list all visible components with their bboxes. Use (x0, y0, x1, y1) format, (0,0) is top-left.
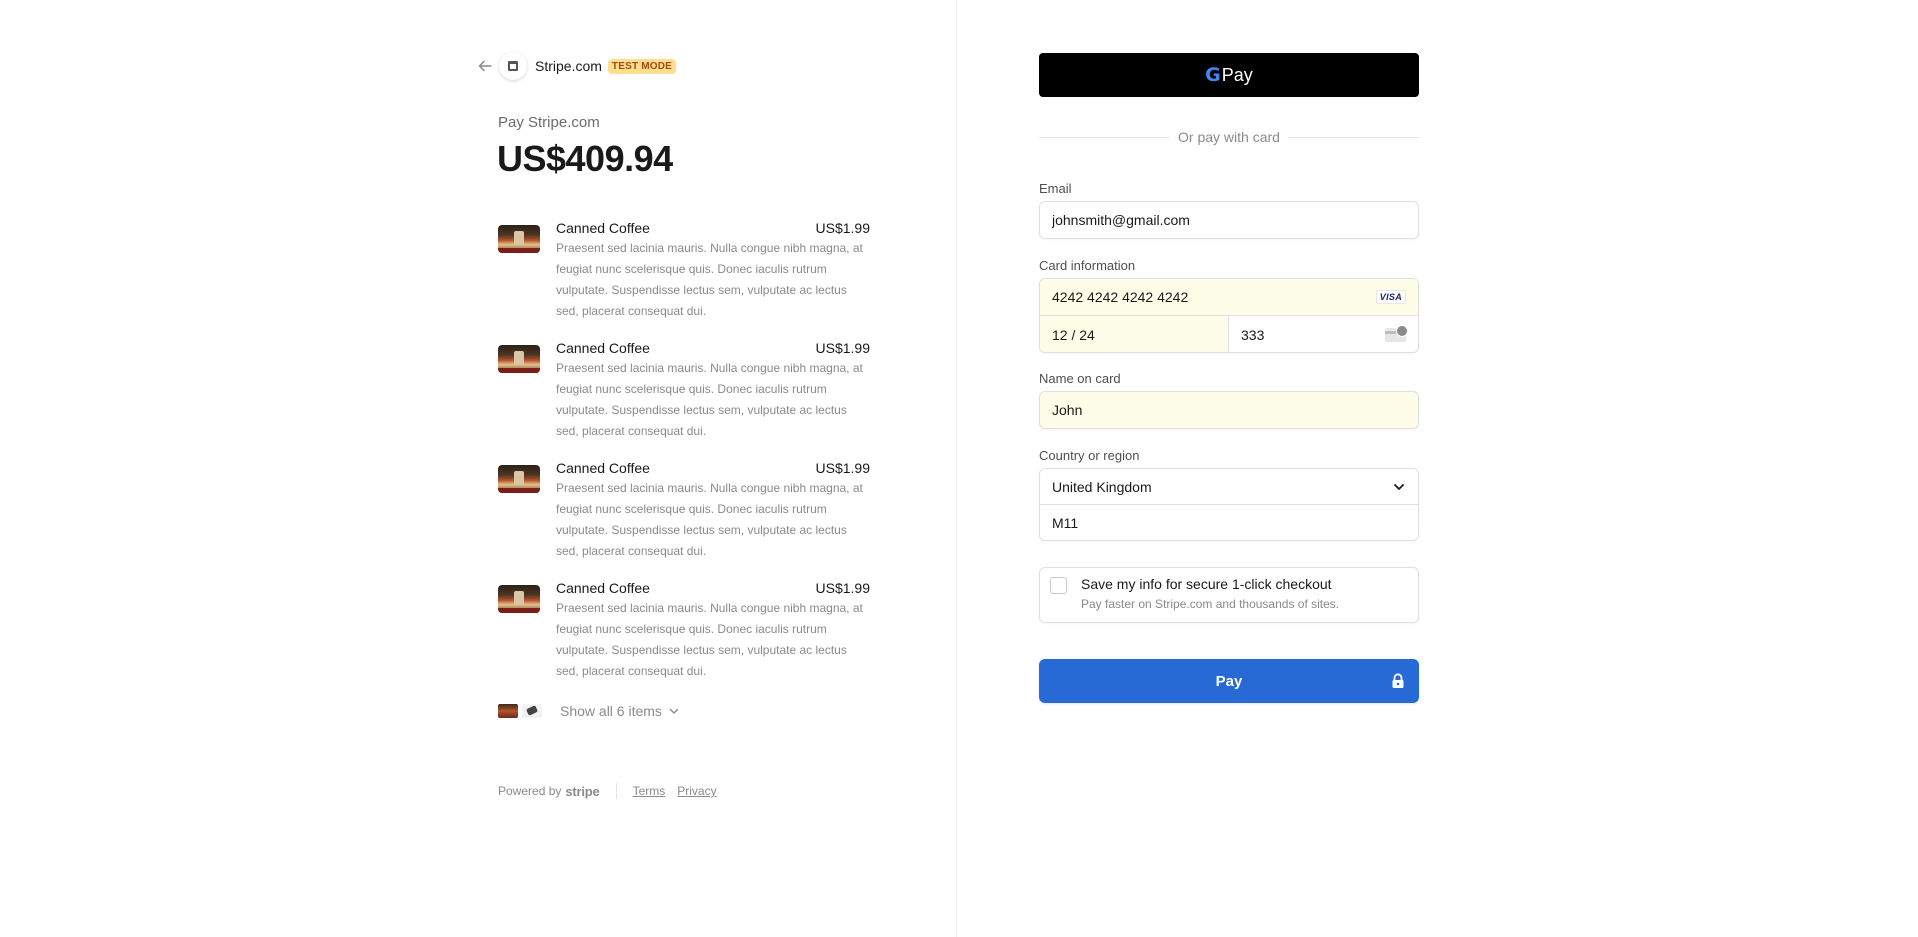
save-info-box[interactable]: Save my info for secure 1-click checkout… (1039, 567, 1419, 623)
visa-icon: VISA (1375, 290, 1406, 304)
product-image (498, 585, 540, 613)
card-info-field: VISA (1039, 278, 1419, 353)
arrow-left-icon[interactable] (478, 59, 492, 73)
card-cvc-input[interactable] (1241, 326, 1386, 343)
terms-link[interactable]: Terms (633, 784, 666, 798)
line-item: Canned Coffee US$1.99 Praesent sed lacin… (498, 220, 870, 340)
item-description: Praesent sed lacinia mauris. Nulla congu… (556, 601, 863, 678)
item-price: US$1.99 (815, 460, 870, 476)
line-item: Canned Coffee US$1.99 Praesent sed lacin… (498, 340, 870, 460)
country-field: United Kingdom (1039, 468, 1419, 541)
chevron-down-icon (669, 708, 679, 714)
cvc-card-icon (1385, 324, 1408, 342)
chevron-down-icon[interactable] (1393, 480, 1406, 494)
privacy-link[interactable]: Privacy (677, 784, 716, 798)
country-value[interactable]: United Kingdom (1052, 479, 1393, 495)
stripe-logo[interactable]: stripe (565, 784, 599, 799)
pay-label: Pay Stripe.com (498, 114, 600, 131)
line-item: Canned Coffee US$1.99 Praesent sed lacin… (498, 460, 870, 580)
google-pay-label[interactable]: Pay (1222, 65, 1253, 86)
total-amount: US$409.94 (497, 138, 673, 179)
name-on-card-input[interactable] (1052, 402, 1406, 418)
name-on-card-field[interactable] (1039, 391, 1419, 429)
item-description: Praesent sed lacinia mauris. Nulla congu… (556, 241, 863, 318)
powered-by-label: Powered by (498, 784, 562, 798)
postal-code-input[interactable] (1052, 515, 1406, 531)
name-on-card-label: Name on card (1039, 371, 1121, 386)
header: Stripe.com TEST MODE (475, 52, 677, 80)
product-image (498, 465, 540, 493)
lock-icon (1392, 673, 1404, 688)
store-icon (508, 61, 518, 71)
show-all-items-button[interactable]: Show all 6 items (498, 703, 680, 719)
google-g-icon: G (1205, 64, 1221, 86)
email-field[interactable] (1039, 201, 1419, 239)
save-info-subtitle: Pay faster on Stripe.com and thousands o… (1081, 597, 1340, 611)
item-price: US$1.99 (815, 340, 870, 356)
item-thumbnail (498, 704, 518, 718)
merchant-logo (499, 52, 527, 80)
item-description: Praesent sed lacinia mauris. Nulla congu… (556, 361, 863, 438)
item-name: Canned Coffee (556, 460, 650, 476)
pay-button[interactable]: Pay (1039, 659, 1419, 703)
product-image (498, 225, 540, 253)
or-pay-divider: Or pay with card (1039, 129, 1419, 145)
save-info-title[interactable]: Save my info for secure 1-click checkout (1081, 576, 1339, 592)
pay-button-label[interactable]: Pay (1216, 673, 1243, 690)
google-pay-button[interactable]: G Pay (1039, 53, 1419, 97)
card-info-label: Card information (1039, 258, 1136, 273)
item-price: US$1.99 (815, 220, 870, 236)
order-summary-panel: Stripe.com TEST MODE Pay Stripe.com US$4… (0, 0, 957, 937)
divider-text: Or pay with card (1178, 129, 1280, 145)
card-number-input[interactable] (1052, 289, 1376, 305)
email-input[interactable] (1052, 212, 1406, 228)
email-label: Email (1039, 181, 1072, 196)
back-button[interactable] (475, 56, 495, 76)
card-expiry-input[interactable] (1052, 326, 1216, 343)
show-all-label[interactable]: Show all 6 items (560, 703, 662, 719)
product-image (498, 345, 540, 373)
country-select[interactable]: United Kingdom (1040, 469, 1418, 505)
test-mode-badge: TEST MODE (607, 58, 677, 74)
line-items: Canned Coffee US$1.99 Praesent sed lacin… (498, 220, 870, 700)
item-name: Canned Coffee (556, 220, 650, 236)
item-description: Praesent sed lacinia mauris. Nulla congu… (556, 481, 863, 558)
merchant-name: Stripe.com (535, 58, 602, 74)
item-price: US$1.99 (815, 580, 870, 596)
footer: Powered by stripe Terms Privacy (498, 783, 717, 799)
item-name: Canned Coffee (556, 340, 650, 356)
save-info-checkbox[interactable] (1050, 577, 1067, 594)
item-thumbnail (522, 704, 542, 718)
country-label: Country or region (1039, 448, 1140, 463)
item-name: Canned Coffee (556, 580, 650, 596)
footer-divider (615, 783, 617, 799)
line-item: Canned Coffee US$1.99 Praesent sed lacin… (498, 580, 870, 700)
